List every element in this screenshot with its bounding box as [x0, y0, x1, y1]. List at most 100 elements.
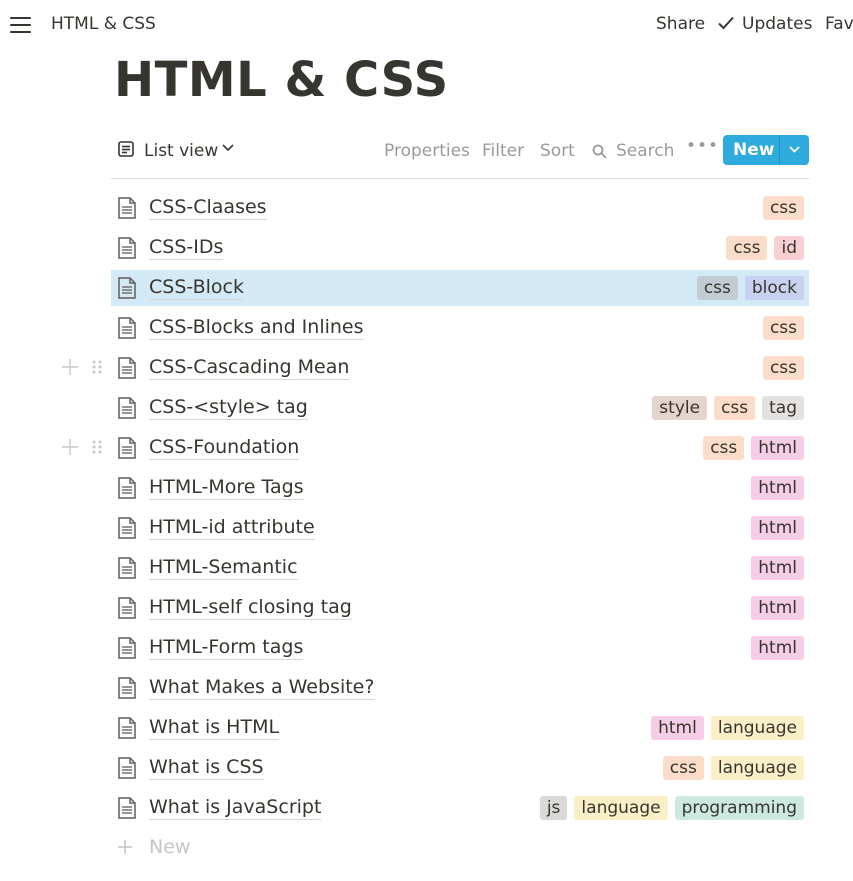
tag-js: js	[539, 796, 568, 820]
tag-css: css	[762, 356, 804, 380]
sort-button[interactable]: Sort	[540, 141, 575, 161]
list-item[interactable]: What is JavaScript js language programming	[111, 790, 809, 826]
search-label: Search	[616, 141, 675, 161]
page-icon	[118, 797, 136, 819]
list-item[interactable]: CSS-Cascading Mean css	[62, 350, 809, 386]
item-title[interactable]: What is HTML	[149, 716, 280, 740]
item-title[interactable]: CSS-Block	[149, 276, 244, 300]
tag-list: css html	[703, 436, 804, 460]
item-title[interactable]: CSS-Blocks and Inlines	[149, 316, 364, 340]
item-title[interactable]: HTML-More Tags	[149, 476, 304, 500]
page-icon	[118, 557, 136, 579]
item-title[interactable]: HTML-Form tags	[149, 636, 304, 660]
page-icon	[118, 437, 136, 459]
new-options-button[interactable]	[780, 135, 809, 165]
tag-style: style	[652, 396, 708, 420]
page-title[interactable]: HTML & CSS	[114, 52, 449, 108]
page-icon	[118, 237, 136, 259]
item-title[interactable]: CSS-IDs	[149, 236, 224, 260]
tag-list: css	[762, 316, 804, 340]
tag-list: css id	[726, 236, 804, 260]
item-title[interactable]: What is CSS	[149, 756, 264, 780]
list-item[interactable]: HTML-id attribute html	[111, 510, 809, 546]
updates-label: Updates	[742, 14, 813, 34]
tag-css: css	[714, 396, 756, 420]
tag-html: html	[751, 516, 804, 540]
list-item[interactable]: What Makes a Website?	[111, 670, 809, 706]
item-title[interactable]: What is JavaScript	[149, 796, 322, 820]
tag-list: html	[751, 516, 804, 540]
tag-html: html	[751, 636, 804, 660]
list-item[interactable]: CSS-Foundation css html	[62, 430, 809, 466]
plus-icon[interactable]	[61, 358, 79, 376]
item-title[interactable]: What Makes a Website?	[149, 676, 375, 700]
list-item[interactable]: HTML-More Tags html	[111, 470, 809, 506]
menu-icon[interactable]	[10, 14, 32, 34]
list-item[interactable]: CSS-Claases css	[111, 190, 809, 226]
add-new-label: New	[149, 836, 191, 858]
tag-programming: programming	[674, 796, 804, 820]
item-title[interactable]: HTML-self closing tag	[149, 596, 352, 620]
list-item[interactable]: What is HTML html language	[111, 710, 809, 746]
page-icon	[118, 317, 136, 339]
tag-language: language	[710, 756, 804, 780]
tag-html: html	[751, 596, 804, 620]
breadcrumb[interactable]: HTML & CSS	[51, 14, 156, 34]
share-button[interactable]: Share	[656, 14, 705, 34]
tag-list: css	[762, 356, 804, 380]
tag-list: style css tag	[652, 396, 804, 420]
tag-list: html	[751, 476, 804, 500]
page-icon	[118, 597, 136, 619]
more-options-button[interactable]: •••	[686, 136, 719, 156]
list-item[interactable]: HTML-Semantic html	[111, 550, 809, 586]
chevron-down-icon	[789, 146, 800, 153]
list-item[interactable]: HTML-Form tags html	[111, 630, 809, 666]
database-toolbar: List view Properties Filter Sort Search …	[111, 132, 809, 179]
item-title[interactable]: CSS-<style> tag	[149, 396, 308, 420]
item-title[interactable]: CSS-Claases	[149, 196, 267, 220]
page-icon	[118, 357, 136, 379]
page-icon	[118, 757, 136, 779]
page-icon	[118, 477, 136, 499]
drag-handle-icon[interactable]	[91, 359, 103, 375]
item-title[interactable]: HTML-Semantic	[149, 556, 298, 580]
item-title[interactable]: CSS-Cascading Mean	[149, 356, 350, 380]
list-item[interactable]: CSS-<style> tag style css tag	[111, 390, 809, 426]
list-item[interactable]: CSS-Blocks and Inlines css	[111, 310, 809, 346]
row-actions	[61, 356, 111, 380]
tag-tag: tag	[762, 396, 804, 420]
item-title[interactable]: CSS-Foundation	[149, 436, 300, 460]
list-item[interactable]: What is CSS css language	[111, 750, 809, 786]
tag-html: html	[751, 556, 804, 580]
page-icon	[118, 397, 136, 419]
list-item[interactable]: CSS-Block css block	[111, 270, 809, 306]
search-icon	[592, 144, 607, 159]
filter-button[interactable]: Filter	[482, 141, 524, 161]
new-button[interactable]: New	[723, 135, 809, 165]
tag-language: language	[710, 716, 804, 740]
tag-css: css	[762, 196, 804, 220]
tag-list: html	[751, 636, 804, 660]
tag-list: html language	[651, 716, 804, 740]
new-button-label: New	[733, 140, 775, 160]
check-icon	[718, 16, 734, 30]
tag-list: css	[762, 196, 804, 220]
favorite-button[interactable]: Fav	[825, 14, 853, 34]
tag-css: css	[762, 316, 804, 340]
properties-button[interactable]: Properties	[384, 141, 470, 161]
tag-list: css language	[662, 756, 804, 780]
tag-id: id	[774, 236, 804, 260]
list-item[interactable]: CSS-IDs css id	[111, 230, 809, 266]
tag-html: html	[751, 476, 804, 500]
view-label: List view	[144, 141, 219, 161]
tag-html: html	[651, 716, 704, 740]
item-title[interactable]: HTML-id attribute	[149, 516, 315, 540]
page-icon	[118, 277, 136, 299]
drag-handle-icon[interactable]	[91, 439, 103, 455]
list-item[interactable]: HTML-self closing tag html	[111, 590, 809, 626]
chevron-down-icon	[222, 144, 234, 152]
tag-css: css	[662, 756, 704, 780]
tag-html: html	[751, 436, 804, 460]
plus-icon	[118, 840, 132, 854]
plus-icon[interactable]	[61, 438, 79, 456]
